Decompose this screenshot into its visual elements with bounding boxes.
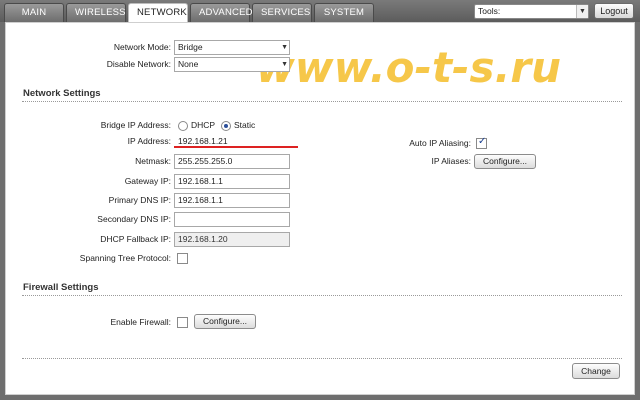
firewall-settings-heading: Firewall Settings: [23, 282, 99, 293]
netmask-label: Netmask:: [135, 156, 171, 166]
tools-dropdown-label: Tools:: [478, 6, 501, 16]
chevron-down-icon: ▼: [576, 5, 588, 18]
netmask-input[interactable]: 255.255.255.0: [174, 154, 290, 169]
network-mode-label: Network Mode:: [113, 42, 171, 52]
dhcp-fallback-label: DHCP Fallback IP:: [100, 234, 171, 244]
watermark-text: www.o-t-s.ru: [256, 43, 562, 92]
disable-network-value: None: [178, 59, 199, 69]
network-mode-select[interactable]: Bridge ▼: [174, 40, 290, 55]
top-navigation-bar: MAIN WIRELESS NETWORK ADVANCED SERVICES …: [0, 0, 640, 23]
dhcp-radio-label: DHCP: [191, 120, 216, 130]
section-divider: [22, 101, 622, 102]
chevron-down-icon: ▼: [281, 44, 288, 51]
spanning-tree-checkbox[interactable]: [177, 253, 188, 264]
dhcp-fallback-input[interactable]: 192.168.1.20: [174, 232, 290, 247]
tab-services[interactable]: SERVICES: [252, 3, 312, 22]
bottom-divider: [22, 358, 622, 359]
primary-dns-input[interactable]: 192.168.1.1: [174, 193, 290, 208]
tab-main[interactable]: MAIN: [4, 3, 64, 22]
auto-ip-aliasing-label: Auto IP Aliasing:: [409, 138, 471, 148]
enable-firewall-label: Enable Firewall:: [110, 317, 171, 327]
enable-firewall-checkbox[interactable]: [177, 317, 188, 328]
network-settings-panel: www.o-t-s.ru Network Mode: Bridge ▼ Disa…: [5, 22, 635, 395]
secondary-dns-input[interactable]: [174, 212, 290, 227]
tab-system[interactable]: SYSTEM: [314, 3, 374, 22]
tab-advanced[interactable]: ADVANCED: [190, 3, 252, 22]
section-divider: [22, 295, 622, 296]
dhcp-radio[interactable]: [178, 121, 188, 131]
tools-dropdown[interactable]: Tools: ▼: [474, 4, 589, 19]
primary-dns-label: Primary DNS IP:: [108, 195, 171, 205]
ip-aliases-configure-button[interactable]: Configure...: [474, 154, 536, 169]
ip-address-label: IP Address:: [127, 136, 171, 146]
gateway-ip-input[interactable]: 192.168.1.1: [174, 174, 290, 189]
secondary-dns-label: Secondary DNS IP:: [97, 214, 171, 224]
tab-network[interactable]: NETWORK: [128, 3, 188, 23]
red-underline-annotation: [174, 146, 298, 148]
static-radio[interactable]: [221, 121, 231, 131]
main-tabs: MAIN WIRELESS NETWORK ADVANCED SERVICES …: [4, 3, 376, 23]
tab-wireless[interactable]: WIRELESS: [66, 3, 126, 22]
spanning-tree-label: Spanning Tree Protocol:: [79, 253, 171, 263]
static-radio-label: Static: [234, 120, 256, 130]
network-mode-value: Bridge: [178, 42, 203, 52]
change-button[interactable]: Change: [572, 363, 620, 379]
auto-ip-aliasing-checkbox[interactable]: [476, 136, 487, 149]
logout-button[interactable]: Logout: [594, 3, 634, 19]
gateway-ip-label: Gateway IP:: [124, 176, 171, 186]
disable-network-label: Disable Network:: [106, 59, 171, 69]
ip-aliases-label: IP Aliases:: [431, 156, 471, 166]
bridge-ip-label: Bridge IP Address:: [100, 120, 171, 130]
chevron-down-icon: ▼: [281, 61, 288, 68]
firewall-configure-button[interactable]: Configure...: [194, 314, 256, 329]
disable-network-select[interactable]: None ▼: [174, 57, 290, 72]
network-settings-heading: Network Settings: [23, 88, 101, 99]
